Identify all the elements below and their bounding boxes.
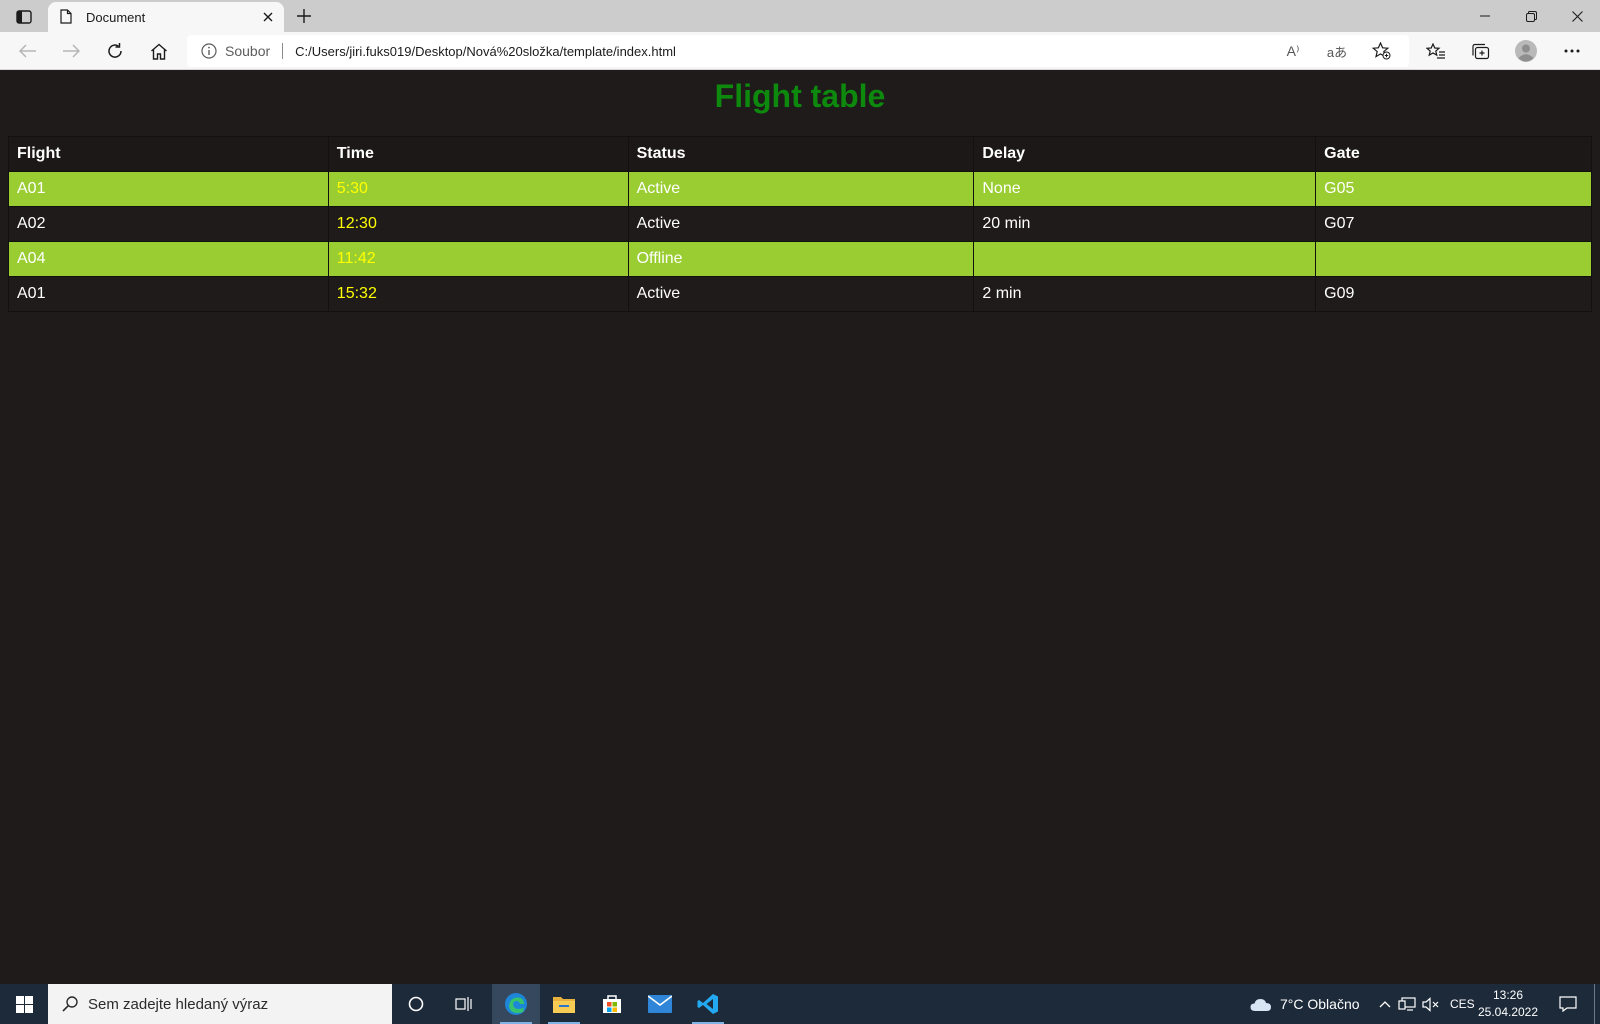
time-cell: 5:30 [327,171,629,207]
show-desktop-divider[interactable] [1594,984,1595,1024]
delay-cell: 20 min [973,206,1317,242]
flight-cell: A02 [8,206,329,242]
input-language-indicator[interactable]: CES [1450,997,1475,1011]
flight-table: Flight Time Status Delay Gate A01 5:30 A… [8,136,1592,312]
column-header: Gate [1315,136,1592,172]
time-cell: 12:30 [327,206,629,242]
network-icon[interactable] [1398,996,1416,1012]
task-view-icon[interactable] [440,984,488,1024]
page-title: Flight table [714,78,886,114]
search-icon [62,996,78,1012]
minimize-icon[interactable] [1462,0,1508,32]
time-cell: 11:42 [327,241,629,277]
cortana-icon[interactable] [392,984,440,1024]
document-icon [60,9,74,25]
file-explorer-icon[interactable] [540,984,588,1024]
delay-cell: None [973,171,1317,207]
gate-cell [1315,241,1592,277]
show-hidden-icons-chevron-icon[interactable] [1376,996,1394,1012]
refresh-icon[interactable] [99,35,131,67]
column-header: Time [327,136,629,172]
vscode-icon[interactable] [684,984,732,1024]
flight-cell: A04 [8,241,329,277]
close-window-icon[interactable] [1554,0,1600,32]
mail-icon[interactable] [636,984,684,1024]
table-row: A02 12:30 Active 20 min G07 [8,206,1592,242]
column-header: Delay [973,136,1317,172]
edge-taskbar-icon[interactable] [492,984,540,1024]
weather-text[interactable]: 7°C Oblačno [1280,996,1360,1012]
tab-strip: Document [0,0,1600,32]
weather-cloud-icon[interactable] [1250,996,1272,1012]
read-aloud-icon[interactable]: A⁾ [1277,37,1309,65]
address-bar[interactable]: Soubor C:/Users/jiri.fuks019/Desktop/Nov… [187,35,1409,67]
site-info-label[interactable]: Soubor [225,43,270,59]
clock-date: 25.04.2022 [1477,1005,1539,1019]
tab-actions-icon[interactable] [10,5,38,29]
table-row: A01 5:30 Active None G05 [8,171,1592,207]
notifications-icon[interactable] [1558,996,1578,1012]
delay-cell [973,241,1317,277]
status-cell: Active [627,276,975,312]
gate-cell: G07 [1315,206,1592,242]
status-cell: Offline [627,241,975,277]
volume-muted-icon[interactable] [1422,996,1440,1012]
home-icon[interactable] [143,35,175,67]
add-favorite-icon[interactable] [1365,37,1397,65]
collections-icon[interactable] [1464,35,1496,67]
new-tab-icon[interactable] [290,3,318,29]
status-cell: Active [627,206,975,242]
windows-taskbar: Sem zadejte hledaný výraz 7°C Oblačno CE… [0,984,1600,1024]
windows-start-icon[interactable] [0,984,48,1024]
search-placeholder: Sem zadejte hledaný výraz [88,995,269,1013]
forward-icon[interactable] [55,35,87,67]
status-cell: Active [627,171,975,207]
translate-icon[interactable]: aあ [1321,37,1353,65]
table-header-row: Flight Time Status Delay Gate [8,136,1592,172]
tab-close-icon[interactable] [254,5,282,29]
flight-cell: A01 [8,171,329,207]
profile-avatar[interactable] [1510,35,1542,67]
back-icon[interactable] [12,35,44,67]
restore-icon[interactable] [1508,0,1554,32]
gate-cell: G09 [1315,276,1592,312]
table-row: A01 15:32 Active 2 min G09 [8,276,1592,312]
address-separator [282,43,284,59]
info-icon[interactable] [201,43,217,59]
time-cell: 15:32 [327,276,629,312]
web-page-content: Flight table Flight Time Status Delay Ga… [0,70,1600,984]
clock-time: 13:26 [1492,988,1524,1002]
tab-title: Document [86,9,146,25]
taskbar-clock[interactable]: 13:26 25.04.2022 [1476,987,1540,1021]
table-row: A04 11:42 Offline [8,241,1592,277]
microsoft-store-icon[interactable] [588,984,636,1024]
browser-tab[interactable]: Document [48,2,284,32]
navigation-bar: Soubor C:/Users/jiri.fuks019/Desktop/Nov… [0,32,1600,70]
column-header: Status [627,136,975,172]
more-options-icon[interactable] [1556,35,1588,67]
column-header: Flight [8,136,329,172]
taskbar-search-box[interactable]: Sem zadejte hledaný výraz [48,984,392,1024]
gate-cell: G05 [1315,171,1592,207]
favorites-icon[interactable] [1420,35,1452,67]
flight-cell: A01 [8,276,329,312]
delay-cell: 2 min [973,276,1317,312]
url-text[interactable]: C:/Users/jiri.fuks019/Desktop/Nová%20slo… [295,44,1277,59]
